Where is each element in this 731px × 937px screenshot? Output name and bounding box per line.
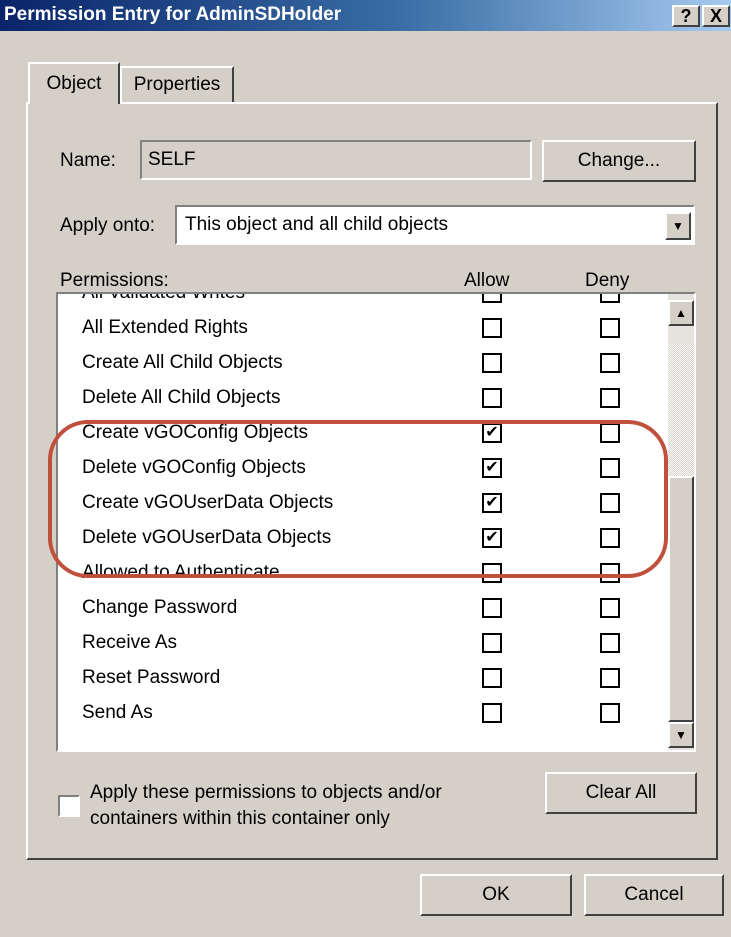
clear-all-label: Clear All bbox=[585, 782, 657, 803]
permission-row: Receive As bbox=[58, 626, 668, 661]
permission-row: All Extended Rights bbox=[58, 311, 668, 346]
allow-checkbox[interactable] bbox=[482, 353, 502, 373]
permission-label: Reset Password bbox=[82, 667, 221, 688]
deny-checkbox[interactable] bbox=[600, 633, 620, 653]
name-field: SELF bbox=[140, 140, 532, 180]
deny-checkbox[interactable] bbox=[600, 458, 620, 478]
permission-row: Change Password bbox=[58, 591, 668, 626]
scrollbar[interactable]: ▲ ▼ bbox=[668, 294, 694, 750]
allow-checkbox[interactable] bbox=[482, 563, 502, 583]
close-button[interactable]: X bbox=[702, 5, 730, 27]
permission-label: All Validated Writes bbox=[82, 294, 245, 304]
permission-row: Delete vGOConfig Objects ✔ bbox=[58, 451, 668, 486]
deny-checkbox[interactable] bbox=[600, 598, 620, 618]
allow-checkbox[interactable] bbox=[482, 318, 502, 338]
permission-row: Create vGOUserData Objects ✔ bbox=[58, 486, 668, 521]
permission-label: Create vGOUserData Objects bbox=[82, 492, 334, 513]
help-icon: ? bbox=[680, 6, 692, 26]
name-value: SELF bbox=[148, 149, 196, 170]
permissions-list-viewport: All Validated Writes All Extended Rights C… bbox=[58, 294, 668, 750]
deny-checkbox[interactable] bbox=[600, 528, 620, 548]
chevron-down-icon[interactable]: ▼ bbox=[665, 212, 691, 240]
scroll-down-icon[interactable]: ▼ bbox=[668, 722, 694, 748]
name-label: Name: bbox=[60, 150, 116, 171]
apply-these-line1: Apply these permissions to objects and/o… bbox=[90, 782, 442, 803]
cancel-label: Cancel bbox=[624, 884, 684, 905]
apply-onto-value: This object and all child objects bbox=[185, 214, 448, 235]
permission-label: Change Password bbox=[82, 597, 238, 618]
cancel-button[interactable]: Cancel bbox=[584, 874, 724, 916]
apply-these-checkbox[interactable] bbox=[58, 795, 80, 817]
permission-row: All Validated Writes bbox=[58, 294, 668, 311]
permission-label: Delete vGOUserData Objects bbox=[82, 527, 332, 548]
ok-label: OK bbox=[482, 884, 510, 905]
apply-onto-label: Apply onto: bbox=[60, 215, 156, 236]
allow-checkbox[interactable]: ✔ bbox=[482, 528, 502, 548]
allow-checkbox[interactable]: ✔ bbox=[482, 458, 502, 478]
allow-checkbox[interactable] bbox=[482, 388, 502, 408]
deny-checkbox[interactable] bbox=[600, 294, 620, 303]
permission-label: Send As bbox=[82, 702, 153, 723]
close-icon: X bbox=[709, 6, 722, 26]
deny-checkbox[interactable] bbox=[600, 563, 620, 583]
allow-checkbox[interactable] bbox=[482, 668, 502, 688]
tab-object[interactable]: Object bbox=[28, 62, 120, 104]
allow-checkbox[interactable] bbox=[482, 598, 502, 618]
allow-checkbox[interactable]: ✔ bbox=[482, 493, 502, 513]
permission-label: Delete All Child Objects bbox=[82, 387, 281, 408]
deny-checkbox[interactable] bbox=[600, 388, 620, 408]
permission-row: Create vGOConfig Objects ✔ bbox=[58, 416, 668, 451]
deny-checkbox[interactable] bbox=[600, 353, 620, 373]
permission-label: Create All Child Objects bbox=[82, 352, 283, 373]
clear-all-button[interactable]: Clear All bbox=[545, 772, 697, 814]
permission-label: Allowed to Authenticate bbox=[82, 562, 280, 583]
tab-properties[interactable]: Properties bbox=[120, 66, 234, 102]
permission-label: Create vGOConfig Objects bbox=[82, 422, 308, 443]
title-bar[interactable]: Permission Entry for AdminSDHolder ? X bbox=[0, 0, 731, 31]
permission-row: Delete vGOUserData Objects ✔ bbox=[58, 521, 668, 556]
tab-properties-label: Properties bbox=[133, 74, 221, 95]
change-button-label: Change... bbox=[577, 150, 661, 171]
permission-row: Allowed to Authenticate bbox=[58, 556, 668, 591]
permission-label: All Extended Rights bbox=[82, 317, 248, 338]
deny-checkbox[interactable] bbox=[600, 318, 620, 338]
permission-row: Reset Password bbox=[58, 661, 668, 696]
permission-label: Delete vGOConfig Objects bbox=[82, 457, 306, 478]
ok-button[interactable]: OK bbox=[420, 874, 572, 916]
window-title: Permission Entry for AdminSDHolder bbox=[4, 4, 342, 25]
allow-checkbox[interactable]: ✔ bbox=[482, 423, 502, 443]
permission-label: Receive As bbox=[82, 632, 178, 653]
deny-header: Deny bbox=[585, 270, 630, 291]
scroll-up-icon[interactable]: ▲ bbox=[668, 300, 694, 326]
apply-onto-select[interactable]: This object and all child objects ▼ bbox=[175, 205, 695, 245]
permission-row: Create All Child Objects bbox=[58, 346, 668, 381]
allow-checkbox[interactable] bbox=[482, 703, 502, 723]
deny-checkbox[interactable] bbox=[600, 423, 620, 443]
change-button[interactable]: Change... bbox=[542, 140, 696, 182]
help-button[interactable]: ? bbox=[672, 5, 700, 27]
allow-checkbox[interactable] bbox=[482, 294, 502, 303]
apply-these-line2: containers within this container only bbox=[90, 808, 390, 829]
allow-header: Allow bbox=[464, 270, 510, 291]
scrollbar-thumb[interactable] bbox=[668, 476, 694, 722]
permission-row: Send As bbox=[58, 696, 668, 731]
tab-object-label: Object bbox=[46, 73, 102, 94]
deny-checkbox[interactable] bbox=[600, 493, 620, 513]
permission-row: Delete All Child Objects bbox=[58, 381, 668, 416]
allow-checkbox[interactable] bbox=[482, 633, 502, 653]
deny-checkbox[interactable] bbox=[600, 703, 620, 723]
scrollbar-track[interactable] bbox=[668, 344, 694, 494]
deny-checkbox[interactable] bbox=[600, 668, 620, 688]
permissions-label: Permissions: bbox=[60, 270, 169, 291]
permissions-list[interactable]: All Validated Writes All Extended Rights C… bbox=[56, 292, 696, 752]
